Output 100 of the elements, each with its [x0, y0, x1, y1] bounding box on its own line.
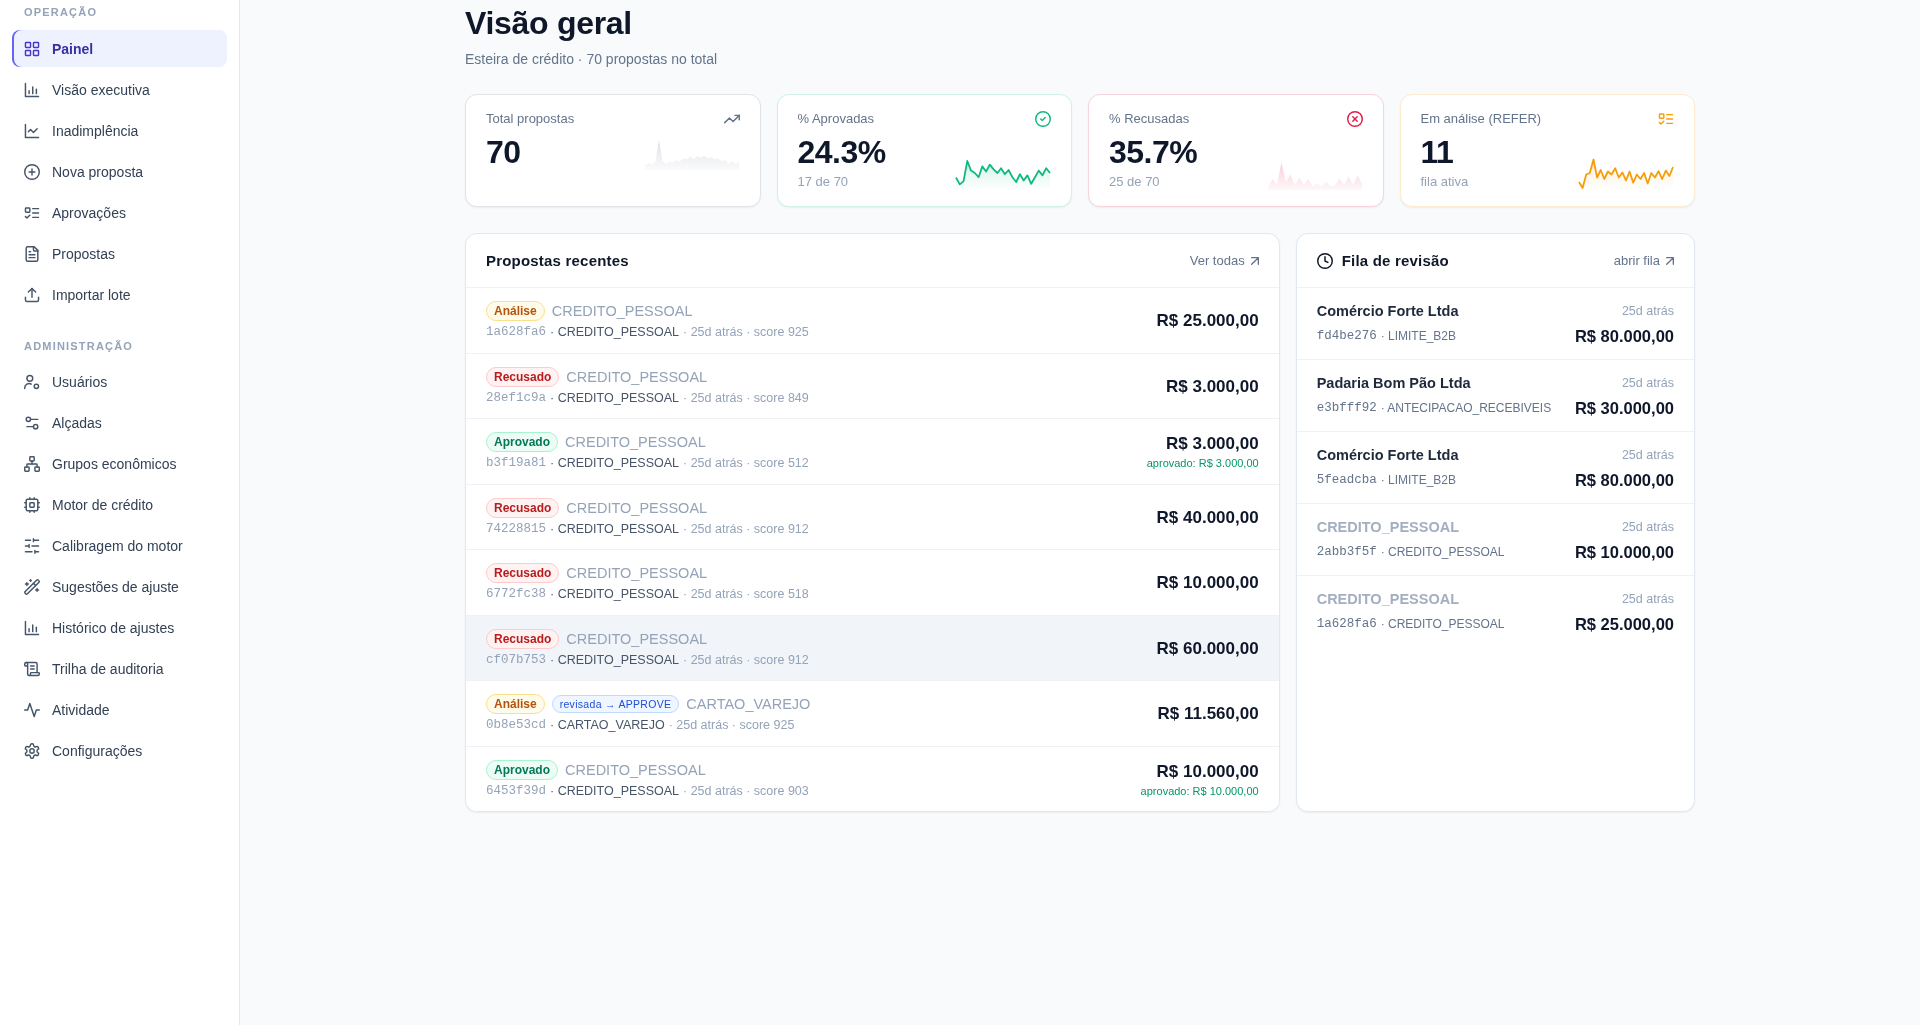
proposal-amount: R$ 25.000,00: [1156, 311, 1259, 331]
proposal-details: · 25d atrás · score 925: [683, 324, 809, 341]
product-title: CREDITO_PESSOAL: [566, 368, 708, 385]
product-code: · ANTECIPACAO_RECEBIVEIS: [1380, 401, 1552, 415]
proposal-row[interactable]: Recusado CREDITO_PESSOAL 28ef1c9a · CREDITO_PESSOAL · 25d atrás · score 849 R$ 3.000,00: [466, 353, 1279, 419]
nav-item[interactable]: Trilha de auditoria: [12, 650, 227, 687]
product-code: · CREDITO_PESSOAL: [550, 586, 679, 603]
proposal-id: 1a628fa6: [1316, 617, 1377, 631]
nav-item[interactable]: Inadimplência: [12, 112, 227, 149]
proposal-row[interactable]: Recusado CREDITO_PESSOAL cf07b753 · CREDITO_PESSOAL · 25d atrás · score 912 R$ 60.000,00: [466, 615, 1279, 681]
proposal-amount: R$ 80.000,00: [1574, 326, 1674, 346]
product-code: · CREDITO_PESSOAL: [550, 455, 679, 472]
pulse-icon: [24, 701, 40, 718]
proposal-details: · 25d atrás · score 912: [683, 520, 809, 538]
view-all-link[interactable]: abrir fila: [1613, 253, 1674, 268]
proposal-amount: R$ 3.000,00: [1166, 376, 1259, 397]
status-badge: Recusado: [486, 366, 560, 387]
proposal-row[interactable]: Aprovado CREDITO_PESSOAL 6453f39d · CREDITO_PESSOAL · 25d atrás · score 903 R$ 10.000,00 aprovado: R$ 10.000,00: [466, 746, 1279, 811]
proposal-row[interactable]: Análise revisada → APPROVE CARTAO_VAREJO 0b8e53cd · CARTAO_VAREJO · 25d atrás · score 925 R$ 11.560,00: [466, 681, 1279, 747]
nav-item[interactable]: Atividade: [12, 691, 227, 728]
product-title: CREDITO_PESSOAL: [551, 303, 693, 319]
page-subtitle: Esteira de crédito · 70 propostas no total: [465, 50, 718, 69]
clock-icon: [1316, 252, 1333, 269]
product-code: · CREDITO_PESSOAL: [1380, 545, 1505, 559]
stat-caption: 17 de 70: [797, 174, 850, 190]
approved-amount: aprovado: R$ 3.000,00: [1146, 456, 1259, 470]
nav-section-label: OPERAÇÃO: [23, 5, 99, 19]
status-badge: Recusado: [486, 497, 560, 518]
stat-value: 11: [1420, 134, 1455, 170]
client-name: CREDITO_PESSOAL: [1316, 519, 1459, 535]
nav-item[interactable]: Calibragem do motor: [12, 527, 227, 564]
checklist-icon: [24, 204, 40, 221]
queue-item[interactable]: Comércio Forte Ltda 25d atrás 5feadcba · LIMITE_B2B R$ 80.000,00: [1296, 432, 1694, 504]
plus-circle-icon: [24, 163, 40, 180]
stat-label: Total propostas: [486, 111, 575, 127]
proposal-details: · 25d atrás · score 903: [683, 782, 809, 800]
nav-item[interactable]: Histórico de ajustes: [12, 609, 227, 646]
status-badge: Aprovado: [486, 759, 558, 780]
proposal-id: 6453f39d: [486, 782, 546, 800]
proposal-row[interactable]: Análise CREDITO_PESSOAL 1a628fa6 · CREDITO_PESSOAL · 25d atrás · score 925 R$ 25.000,00: [466, 288, 1279, 354]
arrow-up-right-icon: [1666, 256, 1674, 265]
nav-item[interactable]: Visão executiva: [12, 71, 227, 108]
client-name: Comércio Forte Ltda: [1316, 447, 1459, 463]
page-title: Visão geral: [465, 4, 632, 43]
nav-item[interactable]: Nova proposta: [12, 153, 227, 190]
proposal-row[interactable]: Recusado CREDITO_PESSOAL 74228815 · CREDITO_PESSOAL · 25d atrás · score 912 R$ 40.000,00: [466, 484, 1279, 550]
proposal-row[interactable]: Aprovado CREDITO_PESSOAL b3f19a81 · CREDITO_PESSOAL · 25d atrás · score 512 R$ 3.000,00 aprovado: R$ 3.000,00: [466, 419, 1279, 485]
proposal-details: · 25d atrás · score 849: [683, 389, 809, 407]
toggles-icon: [24, 414, 40, 431]
product-title: CREDITO_PESSOAL: [565, 761, 706, 778]
product-code: · CREDITO_PESSOAL: [1380, 617, 1505, 631]
product-code: · CREDITO_PESSOAL: [550, 651, 679, 669]
proposal-id: 6772fc38: [486, 586, 546, 603]
queue-item[interactable]: Padaria Bom Pão Ltda 25d atrás e3bfff92 · ANTECIPACAO_RECEBIVEIS R$ 30.000,00: [1296, 360, 1694, 432]
queue-item[interactable]: Comércio Forte Ltda 25d atrás fd4be276 · LIMITE_B2B R$ 80.000,00: [1296, 288, 1694, 360]
nav-item[interactable]: Importar lote: [12, 276, 227, 313]
proposal-details: · 25d atrás · score 925: [668, 717, 795, 734]
hierarchy-icon: [24, 455, 40, 472]
proposal-id: fd4be276: [1316, 329, 1377, 343]
queue-age: 25d atrás: [1621, 592, 1674, 606]
stat-value: 24.3%: [797, 134, 886, 170]
panel-title: Propostas recentes: [486, 252, 629, 269]
product-title: CREDITO_PESSOAL: [566, 565, 708, 581]
proposal-details: · 25d atrás · score 512: [683, 455, 809, 472]
proposal-id: 5feadcba: [1316, 473, 1377, 487]
proposal-id: e3bfff92: [1316, 401, 1377, 415]
stat-caption: fila ativa: [1420, 174, 1469, 190]
user-icon: [24, 373, 40, 390]
nav-item[interactable]: Motor de crédito: [12, 486, 227, 523]
status-badge: Análise: [486, 694, 545, 714]
line-chart-icon: [24, 122, 40, 139]
stat-caption: 25 de 70: [1109, 174, 1161, 190]
nav-item[interactable]: Aprovações: [12, 194, 227, 231]
proposal-row[interactable]: Recusado CREDITO_PESSOAL 6772fc38 · CREDITO_PESSOAL · 25d atrás · score 518 R$ 10.000,00: [466, 550, 1279, 616]
panel-title: Fila de revisão: [1341, 252, 1449, 269]
nav-item[interactable]: Usuários: [12, 363, 227, 400]
proposal-id: 0b8e53cd: [486, 717, 546, 734]
product-code: · LIMITE_B2B: [1380, 473, 1457, 487]
upload-icon: [24, 286, 40, 303]
status-badge: Recusado: [486, 563, 560, 583]
queue-item[interactable]: CREDITO_PESSOAL 25d atrás 1a628fa6 · CREDITO_PESSOAL R$ 25.000,00: [1296, 576, 1694, 647]
arrow-up-right-icon: [1250, 256, 1259, 265]
nav-item[interactable]: Propostas: [12, 235, 227, 272]
nav-section-label: ADMINISTRAÇÃO: [23, 339, 135, 353]
bar-chart-icon: [24, 81, 40, 98]
nav-item[interactable]: Alçadas: [12, 404, 227, 441]
proposal-amount: R$ 10.000,00: [1574, 542, 1674, 562]
proposal-amount: R$ 3.000,00: [1166, 434, 1259, 454]
queue-item[interactable]: CREDITO_PESSOAL 25d atrás 2abb3f5f · CREDITO_PESSOAL R$ 10.000,00: [1296, 504, 1694, 576]
nav-item[interactable]: Grupos econômicos: [12, 445, 227, 482]
product-code: · CREDITO_PESSOAL: [550, 389, 679, 407]
nav-item[interactable]: Configurações: [12, 732, 227, 769]
view-all-link[interactable]: Ver todas: [1189, 253, 1259, 268]
proposal-id: 28ef1c9a: [486, 389, 546, 407]
nav-item[interactable]: Sugestões de ajuste: [12, 568, 227, 605]
product-title: CREDITO_PESSOAL: [565, 434, 706, 450]
nav-item[interactable]: Painel: [12, 30, 227, 67]
proposal-details: · 25d atrás · score 518: [683, 586, 809, 603]
proposal-amount: R$ 80.000,00: [1574, 470, 1674, 490]
proposal-amount: R$ 30.000,00: [1574, 398, 1674, 418]
